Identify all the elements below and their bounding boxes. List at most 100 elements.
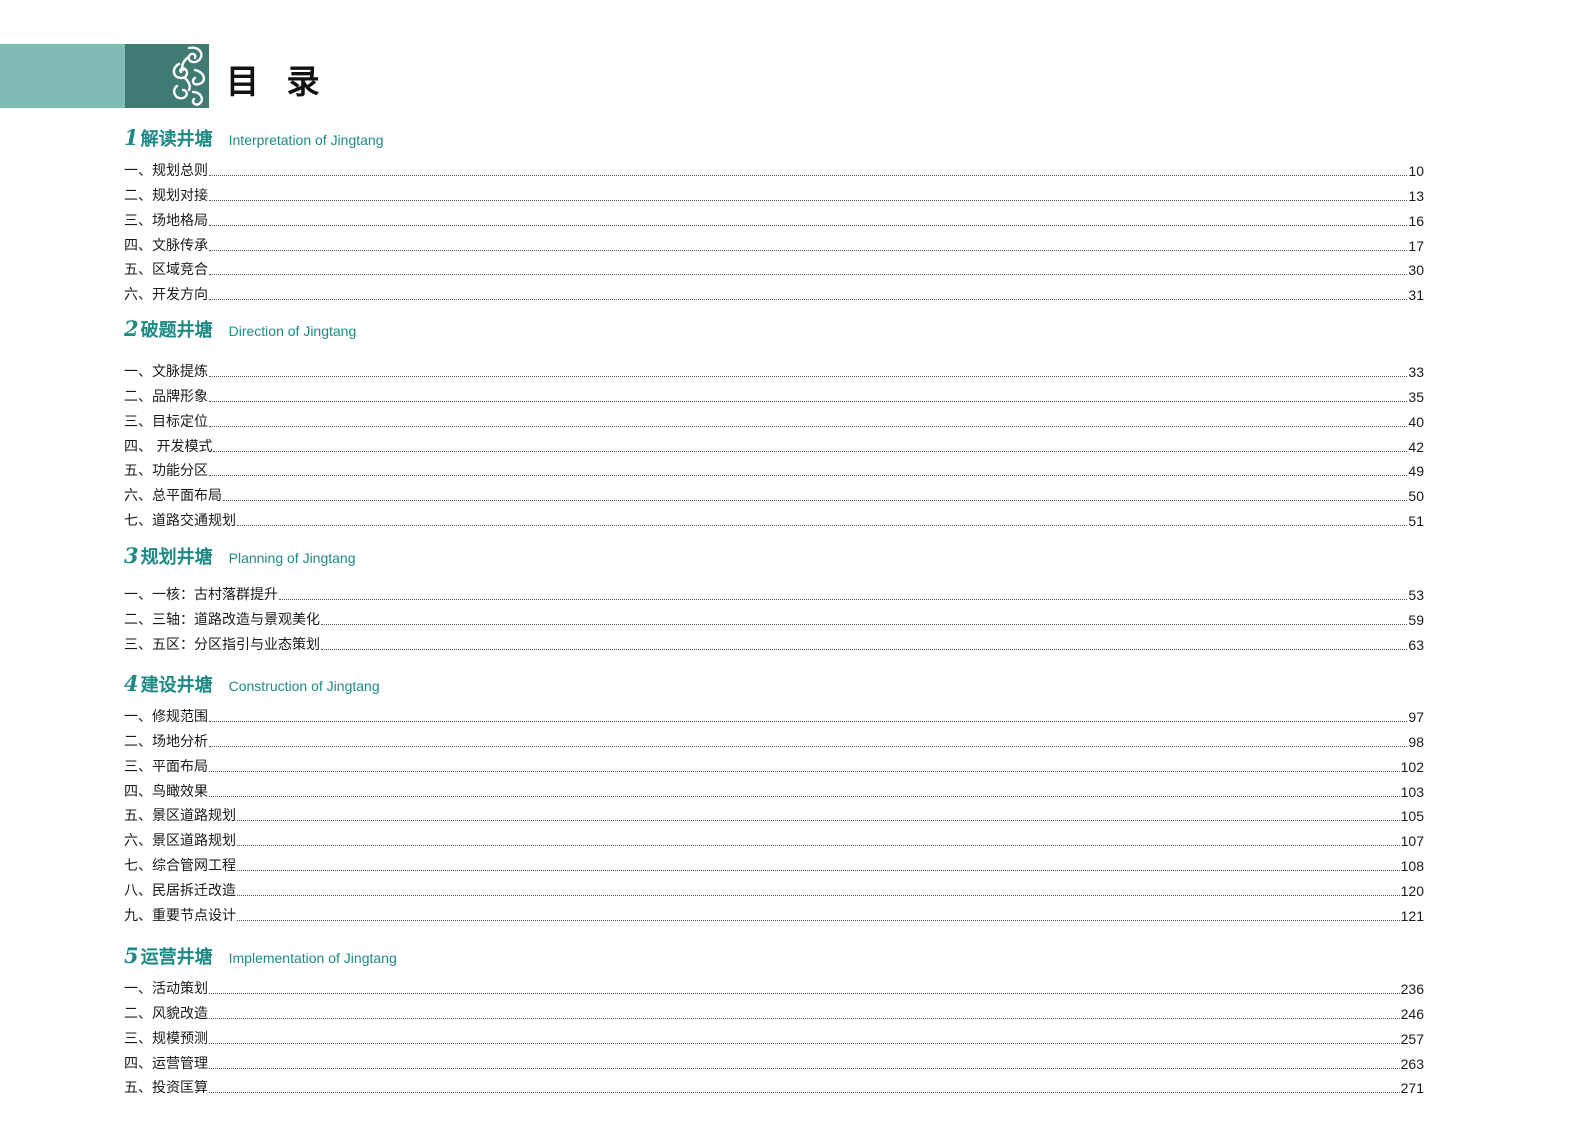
dot-leader	[209, 992, 1400, 994]
toc-entry-label: 八、民居拆迁改造	[124, 883, 236, 900]
dot-leader	[209, 1091, 1400, 1094]
toc-entry-label: 二、场地分析	[124, 733, 208, 750]
toc-entry-label: 六、开发方向	[124, 287, 208, 304]
toc-entry[interactable]: 九、重要节点设计 121	[124, 900, 1424, 925]
dot-leader	[209, 375, 1408, 377]
toc-entry[interactable]: 二、三轴：道路改造与景观美化 59	[124, 604, 1424, 629]
dot-leader	[209, 199, 1408, 201]
section-title: 运营井塘	[140, 947, 213, 968]
toc-entry[interactable]: 三、目标定位 40	[124, 406, 1424, 431]
toc-entry-label: 九、重要节点设计	[124, 908, 236, 925]
section-title: 规划井塘	[140, 547, 213, 568]
toc-entry[interactable]: 一、规划总则 10	[124, 155, 1424, 180]
toc-entry-page: 63	[1408, 636, 1424, 653]
toc-entry-label: 六、总平面布局	[124, 488, 222, 505]
toc-entry[interactable]: 四、 开发模式 42	[124, 431, 1424, 456]
dot-leader	[209, 745, 1408, 747]
toc-entry-label: 四、 开发模式	[124, 438, 213, 455]
section-heading: 4 建设井塘 Construction of Jingtang	[124, 671, 1424, 701]
toc-entry-page: 271	[1400, 1080, 1424, 1097]
toc-entry[interactable]: 二、风貌改造 246	[124, 998, 1424, 1023]
toc-entry[interactable]: 四、文脉传承 17	[124, 230, 1424, 255]
dot-leader	[209, 224, 1408, 226]
dot-leader	[321, 623, 1408, 625]
toc-entry[interactable]: 六、总平面布局 50	[124, 480, 1424, 505]
toc-entry-label: 四、运营管理	[124, 1055, 208, 1072]
toc-entry[interactable]: 二、品牌形象 35	[124, 381, 1424, 406]
toc-entry-page: 53	[1408, 586, 1424, 603]
toc-entry[interactable]: 三、场地格局 16	[124, 205, 1424, 230]
toc-entry[interactable]: 三、规模预测 257	[124, 1023, 1424, 1048]
page-title: 目 录	[226, 62, 328, 101]
toc-section-1: 1 解读井塘 Interpretation of Jingtang 一、规划总则 10 二…	[124, 125, 1424, 304]
dot-leader	[237, 919, 1400, 922]
dot-leader	[237, 894, 1400, 897]
toc-entry-page: 51	[1408, 513, 1424, 530]
toc-entry-label: 七、道路交通规划	[124, 513, 236, 530]
toc-entry[interactable]: 一、一核：古村落群提升 53	[124, 579, 1424, 604]
toc-entry-label: 一、一核：古村落群提升	[124, 586, 278, 603]
toc-section-2: 2 破题井塘 Direction of Jingtang 一、文脉提炼 33 二、品牌形象…	[124, 316, 1424, 530]
toc-entry-label: 五、区域竞合	[124, 262, 208, 279]
section-number: 1	[124, 125, 139, 150]
toc-entry-page: 59	[1408, 611, 1424, 628]
dot-leader	[209, 720, 1408, 722]
toc-entry[interactable]: 六、开发方向 31	[124, 279, 1424, 304]
toc-entry-page: 102	[1400, 758, 1424, 775]
toc-entry-page: 108	[1400, 858, 1424, 875]
toc-entry[interactable]: 八、民居拆迁改造 120	[124, 875, 1424, 900]
toc-entry-page: 105	[1400, 808, 1424, 825]
toc-entry[interactable]: 二、场地分析 98	[124, 726, 1424, 751]
dot-leader	[237, 524, 1408, 527]
toc-entry-page: 121	[1400, 908, 1424, 925]
toc-entry-page: 30	[1408, 262, 1424, 279]
toc-entry-label: 一、活动策划	[124, 980, 208, 997]
toc-entry-page: 31	[1408, 287, 1424, 304]
toc-entry-label: 三、目标定位	[124, 413, 208, 430]
toc-entry[interactable]: 七、道路交通规划 51	[124, 505, 1424, 530]
toc-entry[interactable]: 五、区域竞合 30	[124, 255, 1424, 280]
dot-leader	[209, 425, 1408, 427]
toc-entry[interactable]: 一、文脉提炼 33	[124, 356, 1424, 381]
dot-leader	[209, 474, 1408, 477]
section-heading: 3 规划井塘 Planning of Jingtang	[124, 543, 1424, 573]
toc-entry-page: 17	[1408, 237, 1424, 254]
dot-leader	[209, 795, 1400, 797]
toc-entry-page: 42	[1408, 438, 1424, 455]
toc-section-4: 4 建设井塘 Construction of Jingtang 一、修规范围 97 二、场…	[124, 671, 1424, 925]
toc-entry-page: 257	[1400, 1030, 1424, 1047]
toc-entry-page: 10	[1408, 162, 1424, 179]
toc-entry[interactable]: 三、平面布局 102	[124, 751, 1424, 776]
toc-entry-label: 二、品牌形象	[124, 388, 208, 405]
toc-entry[interactable]: 四、鸟瞰效果 103	[124, 776, 1424, 801]
toc-entry-label: 五、功能分区	[124, 463, 208, 480]
toc-entry-page: 120	[1400, 883, 1424, 900]
toc-entry[interactable]: 四、运营管理 263	[124, 1048, 1424, 1073]
toc-entry-label: 五、投资匡算	[124, 1080, 208, 1097]
section-title: 建设井塘	[140, 675, 213, 696]
cloud-scroll-icon	[172, 46, 206, 106]
toc-entry[interactable]: 五、投资匡算 271	[124, 1073, 1424, 1098]
toc-entry-page: 33	[1408, 363, 1424, 380]
toc-entry[interactable]: 三、五区：分区指引与业态策划 63	[124, 629, 1424, 654]
section-number: 4	[124, 671, 139, 696]
toc-entry[interactable]: 一、活动策划 236	[124, 973, 1424, 998]
toc-entry-label: 三、五区：分区指引与业态策划	[124, 636, 320, 653]
toc-entry[interactable]: 七、综合管网工程 108	[124, 850, 1424, 875]
dot-leader	[209, 298, 1408, 301]
toc-entry[interactable]: 一、修规范围 97	[124, 701, 1424, 726]
toc-entry-label: 二、三轴：道路改造与景观美化	[124, 611, 320, 628]
toc-entry[interactable]: 五、景区道路规划 105	[124, 801, 1424, 826]
header-ornament-block	[125, 44, 209, 108]
toc-entry-page: 263	[1400, 1055, 1424, 1072]
toc-entry[interactable]: 六、景区道路规划 107	[124, 825, 1424, 850]
toc-entry[interactable]: 二、规划对接 13	[124, 180, 1424, 205]
dot-leader	[209, 1017, 1400, 1019]
section-number: 2	[124, 316, 139, 341]
dot-leader	[209, 1067, 1400, 1069]
toc-entry-label: 七、综合管网工程	[124, 858, 236, 875]
toc-entry-label: 三、场地格局	[124, 212, 208, 229]
section-title: 解读井塘	[140, 129, 213, 150]
toc-entry[interactable]: 五、功能分区 49	[124, 456, 1424, 481]
dot-leader	[223, 499, 1408, 502]
